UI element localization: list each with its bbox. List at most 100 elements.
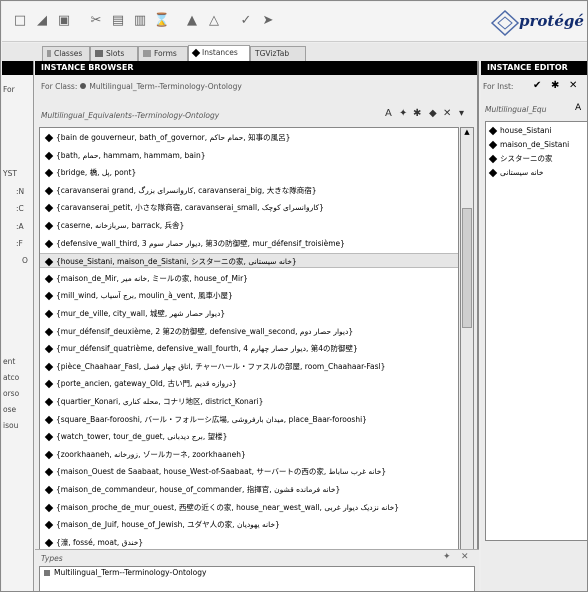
create-instance-icon[interactable]: ✦ — [399, 108, 407, 119]
strip-text: isou — [3, 421, 19, 430]
instance-list-item[interactable]: {caravanserai_petit, 小さな隊商宿, caravansera… — [40, 200, 458, 215]
cut-icon[interactable]: ✂ — [86, 11, 106, 31]
view-references-icon[interactable]: A — [385, 108, 392, 119]
instance-list-item[interactable]: {caserne, سربازخانه, barrack, 兵舎} — [40, 218, 458, 233]
instance-list-item[interactable]: {zoorkhaaneh, زورخانه, ゾールカーネ, zoorkhaan… — [40, 447, 458, 462]
strip-text: For — [3, 85, 15, 94]
instance-icon — [44, 274, 54, 284]
instance-list-item[interactable]: {quartier_Konari, محله کناری, コナリ地区, dis… — [40, 394, 458, 409]
instance-icon — [44, 133, 54, 143]
instance-list-item[interactable]: {bridge, 橋, پل, pont} — [40, 165, 458, 180]
instance-list-item[interactable]: {house_Sistani, maison_de_Sistani, シスターニ… — [40, 253, 458, 269]
close-icon[interactable]: ✕ — [569, 80, 577, 91]
instance-icon — [44, 151, 54, 160]
add-icon[interactable]: ◆ — [429, 108, 437, 119]
copy-icon[interactable]: ▤ — [108, 11, 128, 31]
protege-logo-mark-icon — [490, 9, 520, 37]
save-icon[interactable]: ▣ — [54, 11, 74, 31]
remove-type-icon[interactable]: ✕ — [461, 552, 469, 562]
instance-list-item[interactable]: {pièce_Chaahaar_Fasl, اتاق چهار فصل, チャー… — [40, 359, 458, 374]
instances-tab-icon — [191, 48, 201, 58]
instance-label: {porte_ancien, gateway_Old, 古い門, دروازه … — [56, 379, 237, 389]
instance-list-item[interactable]: {bain de gouverneur, bath_of_governor, ح… — [40, 130, 458, 145]
instance-label: {maison_de_Mir, خانه میر, ミールの家, house_o… — [56, 273, 248, 283]
view-references-icon[interactable]: A — [575, 103, 581, 113]
delete-icon[interactable]: ⌛ — [152, 11, 172, 31]
add-type-icon[interactable]: ✦ — [443, 552, 451, 562]
value-text: シスターニの家 — [500, 154, 553, 163]
tab-tgviztab[interactable]: TGVizTab — [250, 46, 306, 61]
instance-list-item[interactable]: {maison_de_commandeur, house_of_commande… — [40, 482, 458, 497]
new-document-icon[interactable]: □ — [10, 11, 30, 31]
open-folder-icon[interactable]: ◢ — [32, 11, 52, 31]
tab-classes[interactable]: Classes — [42, 46, 90, 61]
redo-icon[interactable]: △ — [204, 11, 224, 31]
strip-header — [2, 61, 33, 75]
edit-icon[interactable]: ✔ — [533, 80, 541, 91]
protege-logo: protégé — [490, 8, 587, 38]
copy-instance-icon[interactable]: ✱ — [413, 108, 421, 119]
instance-list-item[interactable]: {square_Baar-forooshi, バール・フォルーシ広場, میدا… — [40, 412, 458, 427]
instance-list-item[interactable]: {defensive_wall_third, 3 دیوار حصار سوم,… — [40, 236, 458, 251]
strip-text: :C — [16, 204, 24, 213]
type-item[interactable]: Multilingual_Term--Terminology-Ontology — [54, 568, 206, 577]
instance-label: {pièce_Chaahaar_Fasl, اتاق چهار فصل, チャー… — [56, 361, 386, 371]
instance-list-item[interactable]: {maison_de_Mir, خانه میر, ミールの家, house_o… — [40, 271, 458, 286]
menu-chevron-down-icon[interactable]: ▾ — [459, 108, 464, 119]
instance-label: {bath, حمام, hammam, hammam, bain} — [56, 150, 206, 160]
instance-list-item[interactable]: {濠, fossé, moat, خندق} — [40, 535, 458, 550]
forward-arrow-icon[interactable]: ➤ — [258, 11, 278, 31]
instance-label: {maison_de_commandeur, house_of_commande… — [56, 485, 341, 494]
tab-label: Slots — [106, 49, 125, 58]
undo-icon[interactable]: ▲ — [182, 11, 202, 31]
instance-list-item[interactable]: {maison_Ouest de Saabaat, house_West-of-… — [40, 464, 458, 479]
types-label: Types — [41, 554, 63, 563]
tab-slots[interactable]: Slots — [90, 46, 138, 61]
instance-list-vertical-scrollbar[interactable]: ▲ ▼ — [460, 127, 474, 557]
value-text: maison_de_Sistani — [500, 140, 570, 149]
strip-text: :N — [16, 187, 25, 196]
instance-list: {bain de gouverneur, bath_of_governor, ح… — [39, 127, 459, 557]
settings-icon[interactable]: ✱ — [551, 80, 559, 91]
instance-list-item[interactable]: {bath, حمام, hammam, hammam, bain} — [40, 148, 458, 163]
scroll-thumb[interactable] — [462, 208, 472, 328]
types-panel: Types ✦ ✕ Multilingual_Term--Terminology… — [35, 549, 479, 591]
back-arrow-icon[interactable]: ✓ — [236, 11, 256, 31]
value-text: house_Sistani — [500, 126, 552, 135]
value-item[interactable]: シスターニの家 — [486, 152, 553, 166]
strip-text: atco — [3, 373, 20, 382]
instance-icon — [44, 380, 54, 389]
for-class-label: For Class: — [41, 82, 78, 91]
instance-label: {caserne, سربازخانه, barrack, 兵舎} — [56, 221, 185, 230]
instance-list-item[interactable]: {watch_tower, tour_de_guet, برج دیدبانی,… — [40, 429, 458, 444]
value-item[interactable]: house_Sistani — [486, 124, 552, 138]
instance-label: {defensive_wall_third, 3 دیوار حصار سوم,… — [56, 238, 345, 248]
instance-icon — [44, 204, 54, 213]
tab-instances[interactable]: Instances — [188, 45, 250, 61]
classes-tab-icon — [47, 50, 51, 57]
instance-list-item[interactable]: {caravanserai grand, کاروانسرای بزرگ, ca… — [40, 183, 458, 198]
tab-label: Forms — [154, 49, 177, 58]
value-item[interactable]: خانه سیستانی — [486, 166, 544, 180]
tab-forms[interactable]: Forms — [138, 46, 188, 61]
instance-icon — [44, 432, 54, 442]
instance-values-list: house_Sistani maison_de_Sistani シスターニの家 … — [485, 121, 587, 541]
instance-list-item[interactable]: {porte_ancien, gateway_Old, 古い門, دروازه … — [40, 376, 458, 391]
instance-list-item[interactable]: {maison_proche_de_mur_ouest, 西壁の近くの家, ho… — [40, 500, 458, 515]
instance-editor-panel: INSTANCE EDITOR For Inst: ✔ ✱ ✕ Multilin… — [481, 61, 587, 591]
instance-list-item[interactable]: {mur_défensif_quatrième, defensive_wall_… — [40, 341, 458, 356]
instance-label: {bridge, 橋, پل, pont} — [56, 168, 137, 178]
protege-window: □ ◢ ▣ ✂ ▤ ▥ ⌛ ▲ △ ✓ ➤ protégé Classes Sl… — [0, 0, 588, 592]
instance-list-item[interactable]: {mill_wind, برج آسیاب, moulin_à_vent, 風車… — [40, 288, 458, 303]
instance-list-item[interactable]: {maison_de_Juif, house_of_Jewish, ユダヤ人の家… — [40, 517, 458, 532]
for-class-value[interactable]: Multilingual_Term--Terminology-Ontology — [89, 82, 241, 91]
strip-text: O — [22, 256, 28, 265]
instance-icon — [44, 344, 54, 354]
value-item[interactable]: maison_de_Sistani — [486, 138, 569, 152]
instance-list-item[interactable]: {mur_défensif_deuxième, 2 第2の防御壁, defens… — [40, 324, 458, 339]
instance-icon — [44, 503, 54, 512]
scroll-up-icon[interactable]: ▲ — [461, 128, 473, 136]
delete-instance-icon[interactable]: ✕ — [443, 108, 451, 119]
paste-icon[interactable]: ▥ — [130, 11, 150, 31]
instance-list-item[interactable]: {mur_de_ville, city_wall, 城壁, دیوار حصار… — [40, 306, 458, 321]
